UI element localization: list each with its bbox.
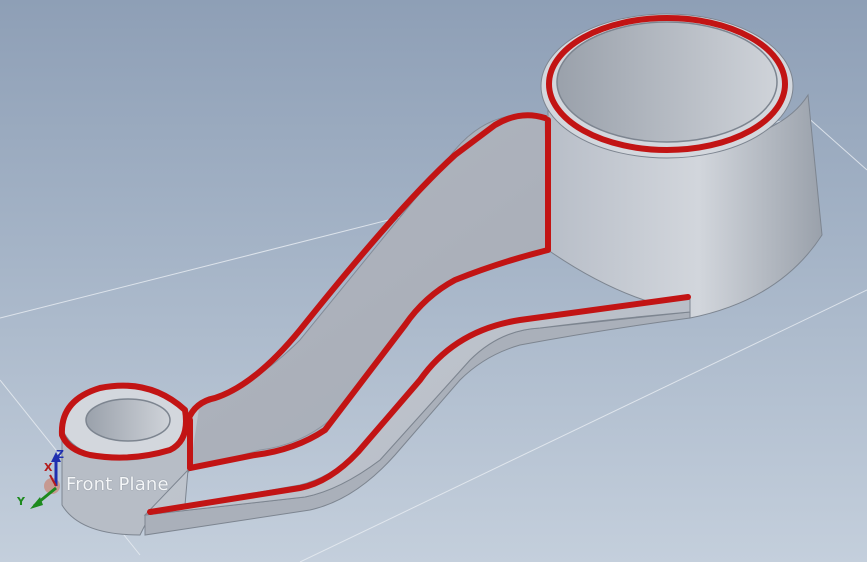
axis-x-label: X	[44, 461, 53, 474]
front-plane-label[interactable]: Front Plane	[66, 474, 169, 495]
axis-y-label: Y	[17, 495, 25, 508]
large-bore[interactable]	[556, 21, 778, 143]
arm-upper-wall[interactable]	[190, 115, 548, 468]
small-bore[interactable]	[85, 398, 171, 442]
axis-z-label: Z	[56, 448, 64, 461]
graphics-viewport[interactable]: Z X Y Front Plane	[0, 0, 867, 562]
